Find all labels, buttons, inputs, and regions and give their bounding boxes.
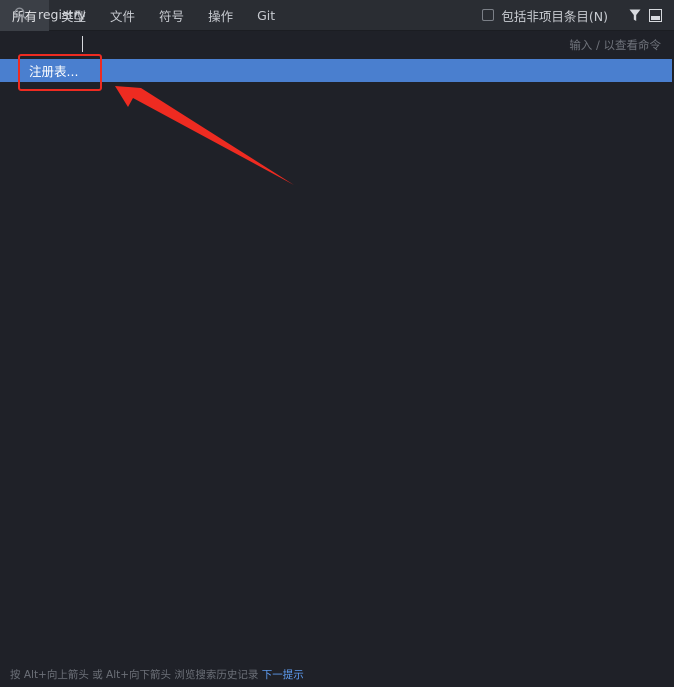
top-right-controls: 包括非项目条目(N) bbox=[482, 0, 674, 31]
preview-panel-icon[interactable] bbox=[648, 8, 662, 22]
search-hint: 输入 / 以查看命令 bbox=[569, 38, 661, 52]
next-tip-link[interactable]: 下一提示 bbox=[262, 669, 304, 681]
text-caret bbox=[82, 36, 83, 52]
result-label: 注册表... bbox=[29, 64, 79, 79]
search-input[interactable] bbox=[38, 3, 418, 25]
results-list: 注册表... bbox=[0, 59, 674, 82]
filter-icon[interactable] bbox=[628, 8, 642, 22]
result-item-registry[interactable]: 注册表... bbox=[0, 59, 672, 82]
footer-tip: 按 Alt+向上箭头 或 Alt+向下箭头 浏览搜索历史记录 下一提示 bbox=[10, 667, 304, 682]
annotation-arrow bbox=[115, 86, 294, 185]
footer-tip-text: 按 Alt+向上箭头 或 Alt+向下箭头 浏览搜索历史记录 bbox=[10, 669, 259, 681]
include-non-project-label[interactable]: 包括非项目条目(N) bbox=[501, 6, 608, 25]
annotation-arrow-head bbox=[115, 86, 294, 185]
include-non-project-checkbox[interactable] bbox=[482, 9, 495, 21]
search-icon bbox=[14, 7, 28, 21]
